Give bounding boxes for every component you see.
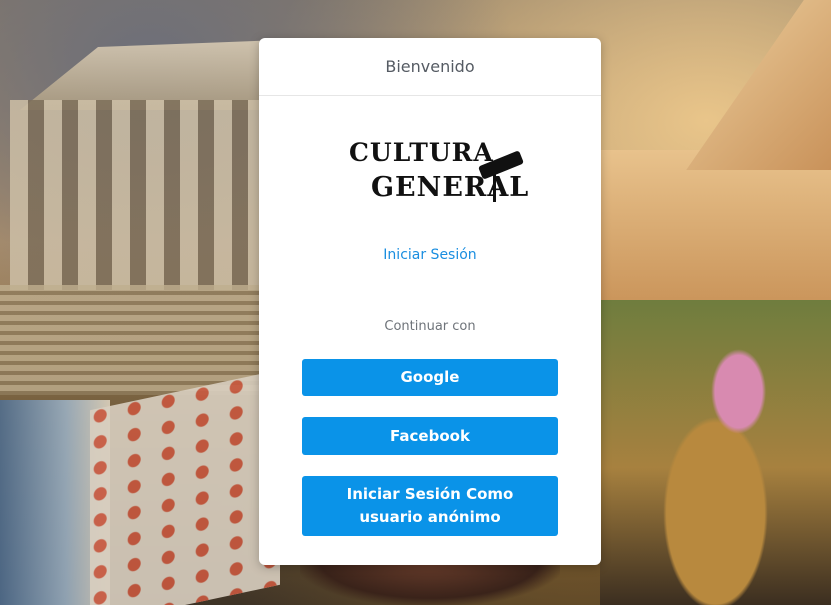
app-logo: CULTURA GENERAL <box>347 138 528 213</box>
background-temple-columns <box>10 100 265 290</box>
logo-text-line1: CULTURA <box>349 138 494 167</box>
google-login-button[interactable]: Google <box>302 359 558 396</box>
anonymous-login-button[interactable]: Iniciar Sesión Como usuario anónimo <box>302 476 558 536</box>
background-city <box>90 369 280 605</box>
login-card: Bienvenido CULTURA GENERAL Iniciar Sesió… <box>259 38 601 565</box>
background-temple-steps <box>0 285 260 395</box>
background-statue <box>300 560 560 605</box>
background-scene: Bienvenido CULTURA GENERAL Iniciar Sesió… <box>0 0 831 605</box>
background-pyramid <box>686 0 831 170</box>
logo-text-line2: GENERAL <box>371 172 530 203</box>
facebook-login-button[interactable]: Facebook <box>302 417 558 455</box>
card-title: Bienvenido <box>385 57 475 76</box>
background-hanging-gardens <box>600 300 831 605</box>
continue-with-label: Continuar con <box>384 319 476 334</box>
login-link[interactable]: Iniciar Sesión <box>259 247 601 263</box>
card-header: Bienvenido <box>259 38 601 96</box>
